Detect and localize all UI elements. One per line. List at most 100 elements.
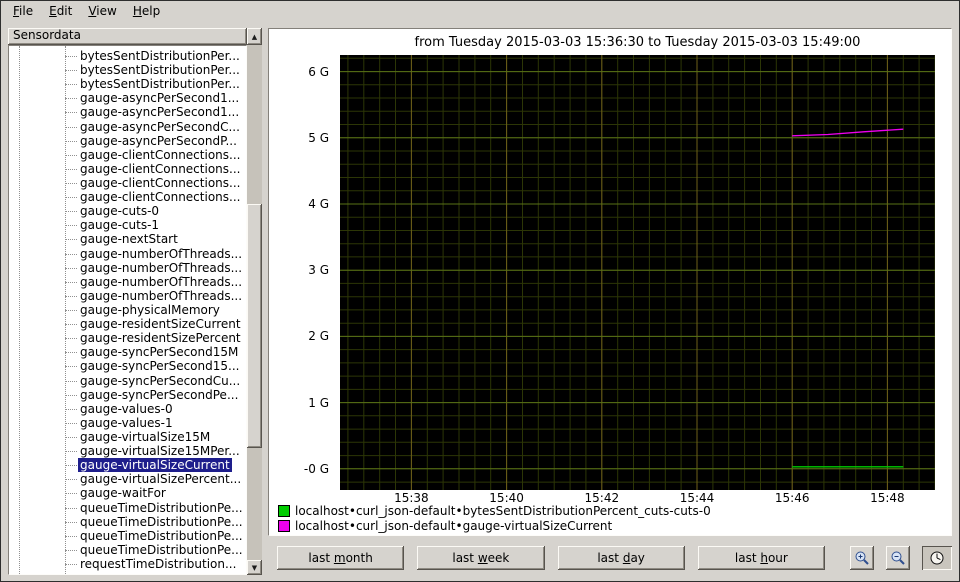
tree-item[interactable]: gauge-values-1 xyxy=(9,416,246,430)
legend-swatch-green xyxy=(278,505,290,517)
menu-item-file[interactable]: File xyxy=(5,2,41,20)
magnifier-minus-icon xyxy=(890,550,906,566)
tree-item[interactable]: gauge-cuts-0 xyxy=(9,204,246,218)
scroll-down-button[interactable]: ▼ xyxy=(247,560,262,575)
plot-area[interactable] xyxy=(340,55,935,490)
tree-item-label: gauge-syncPerSecond15... xyxy=(78,359,241,373)
tree-item[interactable]: gauge-clientConnections... xyxy=(9,148,246,162)
tree-item[interactable]: gauge-residentSizeCurrent xyxy=(9,317,246,331)
tree-item[interactable]: gauge-cuts-1 xyxy=(9,218,246,232)
sensor-tree-frame: bytesSentDistributionPer...bytesSentDist… xyxy=(8,45,247,575)
y-tick-label: 2 G xyxy=(308,329,329,343)
tree-item[interactable]: queueTimeDistributionPe... xyxy=(9,529,246,543)
tree-item[interactable]: gauge-residentSizePercent xyxy=(9,331,246,345)
tree-item-label: queueTimeDistributionPe... xyxy=(78,529,245,543)
tree-item[interactable]: gauge-values-0 xyxy=(9,402,246,416)
tree-item-label: gauge-numberOfThreads... xyxy=(78,247,244,261)
last-month-button[interactable]: last month xyxy=(277,546,404,570)
tree-item[interactable]: gauge-physicalMemory xyxy=(9,303,246,317)
legend-row: localhost•curl_json-default•bytesSentDis… xyxy=(278,503,711,518)
sensor-tree-panel: Sensordata ▲ bytesSentDistributionPer...… xyxy=(8,28,262,575)
tree-item-label: gauge-virtualSizeCurrent xyxy=(78,458,232,472)
tree-item[interactable]: gauge-clientConnections... xyxy=(9,190,246,204)
tree-item[interactable]: gauge-asyncPerSecondC... xyxy=(9,120,246,134)
tree-item[interactable]: gauge-numberOfThreads... xyxy=(9,289,246,303)
tree-item-label: queueTimeDistributionPe... xyxy=(78,501,245,515)
time-range-toolbar: last month last week last day last hour xyxy=(268,545,952,571)
tree-item[interactable]: requestTimeDistribution... xyxy=(9,557,246,571)
tree-item[interactable]: gauge-syncPerSecond15M xyxy=(9,345,246,359)
tree-item[interactable]: gauge-virtualSizeCurrent xyxy=(9,458,246,472)
tree-item-label: gauge-asyncPerSecond1... xyxy=(78,91,241,105)
tree-item[interactable]: gauge-clientConnections... xyxy=(9,176,246,190)
zoom-out-button[interactable] xyxy=(886,546,910,570)
y-tick-label: -0 G xyxy=(304,462,329,476)
tree-item-label: gauge-asyncPerSecondC... xyxy=(78,120,242,134)
chart-panel: from Tuesday 2015-03-03 15:36:30 to Tues… xyxy=(268,28,952,536)
scroll-up-button[interactable]: ▲ xyxy=(247,28,262,45)
tree-item[interactable]: gauge-asyncPerSecondP... xyxy=(9,134,246,148)
tree-item[interactable]: queueTimeDistributionPe... xyxy=(9,515,246,529)
last-day-button[interactable]: last day xyxy=(558,546,685,570)
tree-item[interactable]: gauge-virtualSizePercent... xyxy=(9,472,246,486)
tree-item[interactable]: gauge-syncPerSecond15... xyxy=(9,359,246,373)
clock-icon xyxy=(929,550,945,566)
tree-item[interactable]: gauge-numberOfThreads... xyxy=(9,261,246,275)
legend-label: localhost•curl_json-default•gauge-virtua… xyxy=(295,519,612,533)
magnifier-plus-icon xyxy=(854,550,870,566)
tree-item-label: gauge-values-1 xyxy=(78,416,175,430)
tree-item-label: gauge-values-0 xyxy=(78,402,175,416)
triangle-down-icon: ▼ xyxy=(252,564,257,572)
y-tick-label: 3 G xyxy=(308,263,329,277)
chart-legend: localhost•curl_json-default•bytesSentDis… xyxy=(278,503,711,533)
tree-item[interactable]: gauge-numberOfThreads... xyxy=(9,247,246,261)
x-tick-label: 15:48 xyxy=(862,491,912,505)
app-window: File Edit View Help Sensordata ▲ bytesSe… xyxy=(0,0,960,582)
tree-item[interactable]: gauge-waitFor xyxy=(9,486,246,500)
zoom-in-button[interactable] xyxy=(850,546,874,570)
tree-column-header[interactable]: Sensordata xyxy=(8,28,247,45)
legend-row: localhost•curl_json-default•gauge-virtua… xyxy=(278,518,711,533)
tree-item[interactable]: bytesSentDistributionPer... xyxy=(9,77,246,91)
y-tick-label: 1 G xyxy=(308,396,329,410)
tree-item-label: gauge-clientConnections... xyxy=(78,148,242,162)
x-tick-label: 15:46 xyxy=(767,491,817,505)
tree-item[interactable]: gauge-nextStart xyxy=(9,232,246,246)
tree-item[interactable]: gauge-numberOfThreads... xyxy=(9,275,246,289)
tree-item-label: queueTimeDistributionPe... xyxy=(78,515,245,529)
tree-item-label: gauge-asyncPerSecondP... xyxy=(78,134,239,148)
tree-item[interactable]: gauge-clientConnections... xyxy=(9,162,246,176)
menu-item-help[interactable]: Help xyxy=(125,2,168,20)
tree-item[interactable]: gauge-virtualSize15M xyxy=(9,430,246,444)
tree-item[interactable]: bytesSentDistributionPer... xyxy=(9,63,246,77)
tree-item[interactable]: queueTimeDistributionPe... xyxy=(9,501,246,515)
tree-item-label: gauge-waitFor xyxy=(78,486,168,500)
scrollbar-thumb[interactable] xyxy=(247,204,262,448)
tree-item[interactable]: gauge-asyncPerSecond1... xyxy=(9,105,246,119)
tree-item-label: gauge-virtualSize15MPer... xyxy=(78,444,242,458)
tree-item[interactable]: gauge-syncPerSecondPe... xyxy=(9,388,246,402)
tree-item[interactable]: queueTimeDistributionPe... xyxy=(9,543,246,557)
legend-swatch-magenta xyxy=(278,520,290,532)
tree-item[interactable]: gauge-virtualSize15MPer... xyxy=(9,444,246,458)
last-week-button[interactable]: last week xyxy=(417,546,544,570)
tree-item-label: gauge-numberOfThreads... xyxy=(78,289,244,303)
tree-scrollbar[interactable]: ▼ xyxy=(247,45,262,575)
y-tick-label: 5 G xyxy=(308,131,329,145)
tree-item-label: gauge-cuts-0 xyxy=(78,204,161,218)
tree-item-label: gauge-numberOfThreads... xyxy=(78,275,244,289)
tree-item-label: queueTimeDistributionPe... xyxy=(78,543,245,557)
tree-item[interactable]: gauge-syncPerSecondCu... xyxy=(9,374,246,388)
tree-item-label: gauge-physicalMemory xyxy=(78,303,222,317)
y-tick-label: 4 G xyxy=(308,197,329,211)
tree-item-label: gauge-nextStart xyxy=(78,232,180,246)
tree-item-label: gauge-virtualSize15M xyxy=(78,430,212,444)
tree-item-label: gauge-syncPerSecond15M xyxy=(78,345,240,359)
auto-update-button[interactable] xyxy=(922,546,952,570)
last-hour-button[interactable]: last hour xyxy=(698,546,825,570)
zoom-button-group xyxy=(838,546,952,570)
tree-item[interactable]: bytesSentDistributionPer... xyxy=(9,49,246,63)
tree-item[interactable]: gauge-asyncPerSecond1... xyxy=(9,91,246,105)
menu-item-view[interactable]: View xyxy=(80,2,124,20)
menu-item-edit[interactable]: Edit xyxy=(41,2,80,20)
